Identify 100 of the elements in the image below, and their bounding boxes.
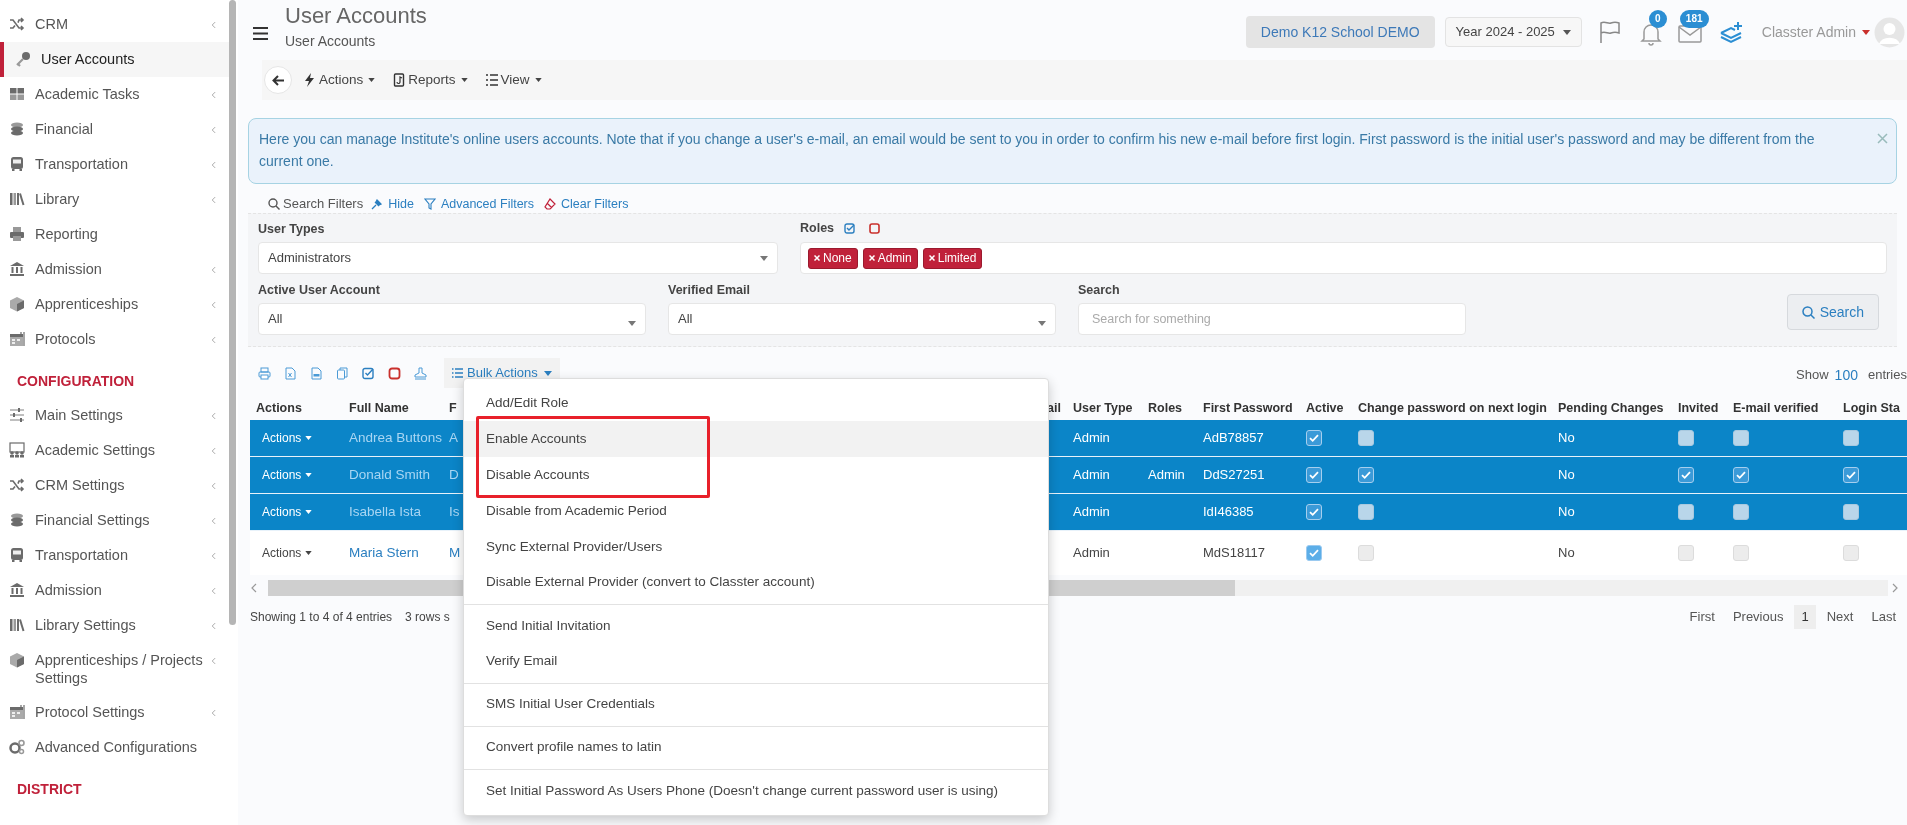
checkbox[interactable] [1843,467,1859,483]
square-icon[interactable] [388,366,401,380]
checkbox[interactable] [1733,467,1749,483]
role-tag[interactable]: None [808,247,858,269]
checkbox[interactable] [1306,504,1322,520]
deselect-all-icon[interactable] [869,223,881,234]
search-field[interactable]: Search for something [1078,303,1466,335]
copy-icon[interactable] [336,366,349,380]
sidebar-item[interactable]: Protocols [0,322,229,357]
sidebar-item[interactable]: Reporting [0,217,229,252]
close-icon[interactable] [1877,133,1888,144]
pagination-button[interactable]: Next [1819,605,1861,629]
sidebar-item[interactable]: Protocol Settings [0,695,229,730]
bell-icon[interactable] [1639,22,1662,46]
checkbox[interactable] [1358,504,1374,520]
menu-item[interactable]: Disable Accounts [464,457,1048,493]
menu-item[interactable]: Set Initial Password As Users Phone (Doesn't change current password user is using) [464,773,1048,809]
checkbox[interactable] [1678,467,1694,483]
sidebar-item[interactable]: CRM Settings [0,468,229,503]
sidebar-item[interactable]: Transportation [0,147,229,182]
filter-link[interactable]: Advanced Filters [423,194,535,214]
sidebar-item[interactable]: Academic Tasks [0,77,229,112]
pagination-button[interactable]: First [1682,605,1722,629]
remove-icon[interactable] [814,255,820,261]
sidebar-item[interactable]: Financial Settings [0,503,229,538]
filter-link[interactable]: Hide [371,194,414,214]
check-square-icon[interactable] [362,366,375,380]
scroll-right-icon[interactable] [1891,583,1899,593]
menu-item[interactable]: Sync External Provider/Users [464,529,1048,565]
sidebar-item[interactable]: Apprenticeships / Projects Settings [0,643,229,695]
name-link[interactable]: Maria Stern [349,544,419,560]
scroll-left-icon[interactable] [250,583,258,593]
checkbox[interactable] [1678,545,1694,561]
menu-item[interactable]: Enable Accounts [464,421,1048,457]
role-tag[interactable]: Admin [862,247,918,269]
sidebar-item[interactable]: User Accounts [0,42,229,77]
menu-item[interactable]: Send Initial Invitation [464,608,1048,644]
checkbox[interactable] [1733,430,1749,446]
printer-icon[interactable] [258,366,271,380]
column-header[interactable]: Invited [1672,396,1727,420]
sidebar-item[interactable]: Apprenticeships [0,287,229,322]
column-header[interactable]: Login Sta [1837,396,1907,420]
envelope-icon[interactable] [1677,25,1702,43]
column-header[interactable]: E-mail verified [1727,396,1837,420]
checkbox[interactable] [1733,504,1749,520]
checkbox[interactable] [1358,430,1374,446]
row-actions-button[interactable]: Actions [262,503,313,521]
column-header[interactable]: Change password on next login [1352,396,1552,420]
checkbox[interactable] [1358,467,1374,483]
checkbox[interactable] [1678,504,1694,520]
sidebar-item[interactable]: Transportation [0,538,229,573]
sidebar-item[interactable]: Admission [0,252,229,287]
sidebar-item[interactable]: Main Settings [0,398,229,433]
filter-link[interactable]: Clear Filters [544,194,629,214]
flag-icon[interactable] [1597,20,1622,44]
select-all-icon[interactable] [844,223,856,234]
row-actions-button[interactable]: Actions [262,544,313,562]
menu-item[interactable]: Verify Email [464,644,1048,684]
user-types-select[interactable]: Administrators [258,242,778,274]
column-header[interactable]: First Password [1197,396,1300,420]
column-header[interactable]: Pending Changes [1552,396,1672,420]
column-header[interactable]: Full Name [343,396,443,420]
menu-icon[interactable] [253,27,268,40]
year-select[interactable]: Year 2024 - 2025 [1444,17,1582,47]
toolbar-button[interactable]: Actions [304,69,376,91]
remove-icon[interactable] [868,255,875,261]
column-header[interactable]: Roles [1142,396,1197,420]
checkbox[interactable] [1733,545,1749,561]
menu-item[interactable]: Add/Edit Role [464,385,1048,421]
menu-item[interactable]: Convert profile names to latin [464,730,1048,770]
excel-file-icon[interactable] [284,366,297,380]
menu-item[interactable]: Disable from Academic Period [464,493,1048,529]
checkbox[interactable] [1306,467,1322,483]
sidebar-item[interactable]: Admission [0,573,229,608]
csv-file-icon[interactable] [310,366,323,380]
checkbox[interactable] [1306,545,1322,561]
sidebar-item[interactable]: Advanced Configurations [0,730,229,765]
sidebar-item[interactable]: Academic Settings [0,433,229,468]
checkbox[interactable] [1678,430,1694,446]
search-button[interactable]: Search [1786,294,1879,330]
remove-icon[interactable] [928,255,935,261]
pagination-button[interactable]: 1 [1794,605,1816,629]
column-header[interactable]: Actions [250,396,343,420]
school-button[interactable]: Demo K12 School DEMO [1245,16,1435,48]
checkbox[interactable] [1306,430,1322,446]
stamp-icon[interactable] [414,366,427,380]
scrollbar-thumb[interactable] [229,0,236,625]
sidebar-item[interactable]: CRM [0,7,229,42]
row-actions-button[interactable]: Actions [262,429,313,447]
sidebar-item[interactable]: Library Settings [0,608,229,643]
back-button[interactable] [264,66,292,94]
sidebar-item[interactable]: Financial [0,112,229,147]
checkbox[interactable] [1843,504,1859,520]
active-account-select[interactable]: All [258,303,646,335]
roles-field[interactable]: None Admin Limited [800,242,1887,274]
menu-item[interactable]: SMS Initial User Credentials [464,687,1048,727]
checkbox[interactable] [1843,545,1859,561]
checkbox[interactable] [1358,545,1374,561]
sidebar-item[interactable]: Library [0,182,229,217]
checkbox[interactable] [1843,430,1859,446]
